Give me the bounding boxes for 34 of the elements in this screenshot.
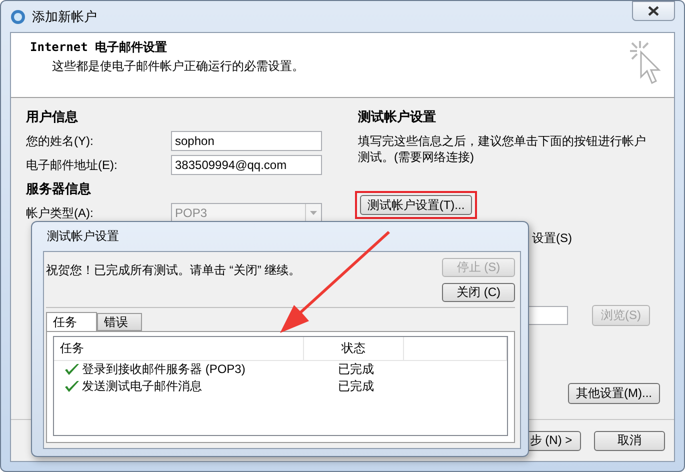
- close-dialog-button[interactable]: 关闭 (C): [442, 283, 515, 302]
- section-heading: 测试帐户设置: [358, 108, 437, 126]
- status-message: 祝贺您！已完成所有测试。请单击 “关闭” 继续。: [46, 262, 301, 279]
- caret-icon: [310, 211, 317, 215]
- task-cell-text: 发送测试电子邮件消息: [82, 378, 203, 395]
- column-header[interactable]: 状态: [304, 337, 404, 360]
- more-settings-button[interactable]: 其他设置(M)...: [568, 383, 660, 404]
- field-label: 帐户类型(A):: [26, 204, 94, 222]
- check-icon: [64, 362, 80, 376]
- close-button[interactable]: [632, 1, 675, 21]
- status-cell-text: 已完成: [338, 361, 375, 378]
- text-field[interactable]: 383509994@qq.com: [171, 155, 322, 175]
- section-heading: 用户信息: [26, 108, 79, 126]
- section-heading: 服务器信息: [26, 180, 92, 198]
- checkbox-label: 设置(S): [532, 230, 573, 247]
- field-label: 您的姓名(Y):: [26, 132, 94, 150]
- column-header[interactable]: 任务: [54, 337, 304, 360]
- tab[interactable]: 错误: [97, 313, 142, 331]
- dialog-title: 测试帐户设置: [46, 228, 120, 245]
- text-field[interactable]: sophon: [171, 131, 322, 151]
- app-icon: [10, 8, 26, 24]
- test-settings-button[interactable]: 测试帐户设置(T)...: [360, 195, 472, 215]
- cursor-icon: [628, 39, 662, 85]
- field-label: 电子邮件地址(E):: [26, 156, 118, 174]
- check-icon: [64, 380, 80, 394]
- section-title: Internet 电子邮件设置: [30, 39, 168, 56]
- status-cell-text: 已完成: [338, 378, 375, 395]
- window-title: 添加新帐户: [32, 8, 97, 26]
- description-text: 填写完这些信息之后，建议您单击下面的按钮进行帐户测试。(需要网络连接): [358, 133, 647, 165]
- close-icon: [648, 6, 659, 16]
- tab[interactable]: 任务: [46, 312, 97, 332]
- task-cell-text: 登录到接收邮件服务器 (POP3): [82, 361, 246, 378]
- cancel-button[interactable]: 取消: [594, 430, 665, 450]
- section-subtitle: 这些都是使电子邮件帐户正确运行的必需设置。: [51, 58, 304, 75]
